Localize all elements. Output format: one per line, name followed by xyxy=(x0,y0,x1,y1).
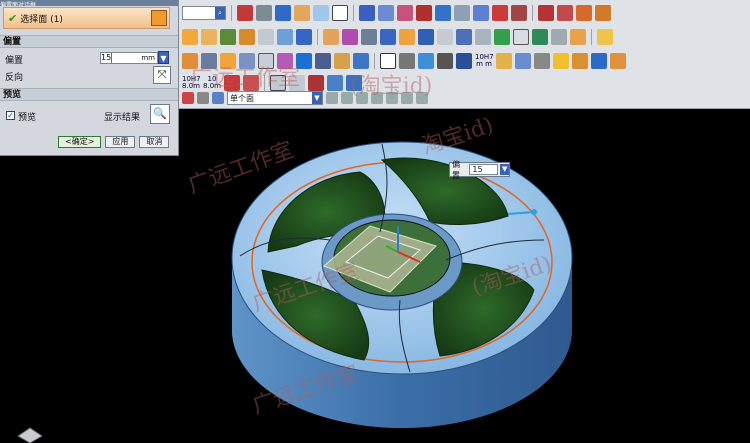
offset-value-field[interactable]: 15 mm xyxy=(100,52,158,64)
offset-options-button[interactable]: ▼ xyxy=(158,51,169,64)
dialog-buttons: <确定> 应用 取消 xyxy=(58,136,170,148)
ok-button[interactable]: <确定> xyxy=(58,136,102,148)
offset-value[interactable]: 15 xyxy=(101,53,112,63)
reverse-arrows-icon: ⤧ xyxy=(157,68,167,81)
reverse-label: 反向 xyxy=(5,73,24,83)
select-face-label: 选择面 (1) xyxy=(20,14,63,25)
view-triad-icon xyxy=(17,427,43,443)
select-face-row[interactable]: ✔ 选择面 (1) xyxy=(3,7,170,29)
reverse-direction-button[interactable]: ⤧ xyxy=(153,66,171,84)
offset-face-dialog: 偏置面对话框 ✔ 选择面 (1) 偏置 偏置 15 mm ▼ 反向 ⤧ 预览 ✓… xyxy=(0,0,179,156)
preview-checkbox[interactable]: ✓ xyxy=(6,111,15,120)
floating-offset-label: 偏置 xyxy=(452,159,460,180)
dialog-title: 偏置面对话框 xyxy=(0,0,178,6)
offset-unit: mm xyxy=(141,54,155,62)
show-result-label: 显示结果 xyxy=(104,113,141,123)
show-result-button[interactable]: 🔍 xyxy=(150,104,170,124)
floating-offset-value[interactable]: 15 xyxy=(469,164,499,175)
apply-button[interactable]: 应用 xyxy=(105,136,136,148)
handle-sphere[interactable] xyxy=(531,209,537,215)
check-icon: ✔ xyxy=(8,11,18,25)
magnifier-icon: 🔍 xyxy=(153,107,167,120)
group-offset-header[interactable]: 偏置 xyxy=(0,35,178,48)
chevron-down-icon[interactable]: ▼ xyxy=(500,164,509,175)
offset-label: 偏置 xyxy=(5,56,24,66)
floating-offset-input[interactable]: 偏置 15 ▼ xyxy=(449,160,510,180)
watermark: (淘宝id) xyxy=(350,74,433,99)
group-preview-header[interactable]: 预览 xyxy=(0,88,178,101)
select-face-cube-icon[interactable] xyxy=(151,10,167,26)
watermark: 广远工作室 xyxy=(190,66,301,91)
preview-label: 预览 xyxy=(18,113,37,123)
cancel-button[interactable]: 取消 xyxy=(139,136,170,148)
